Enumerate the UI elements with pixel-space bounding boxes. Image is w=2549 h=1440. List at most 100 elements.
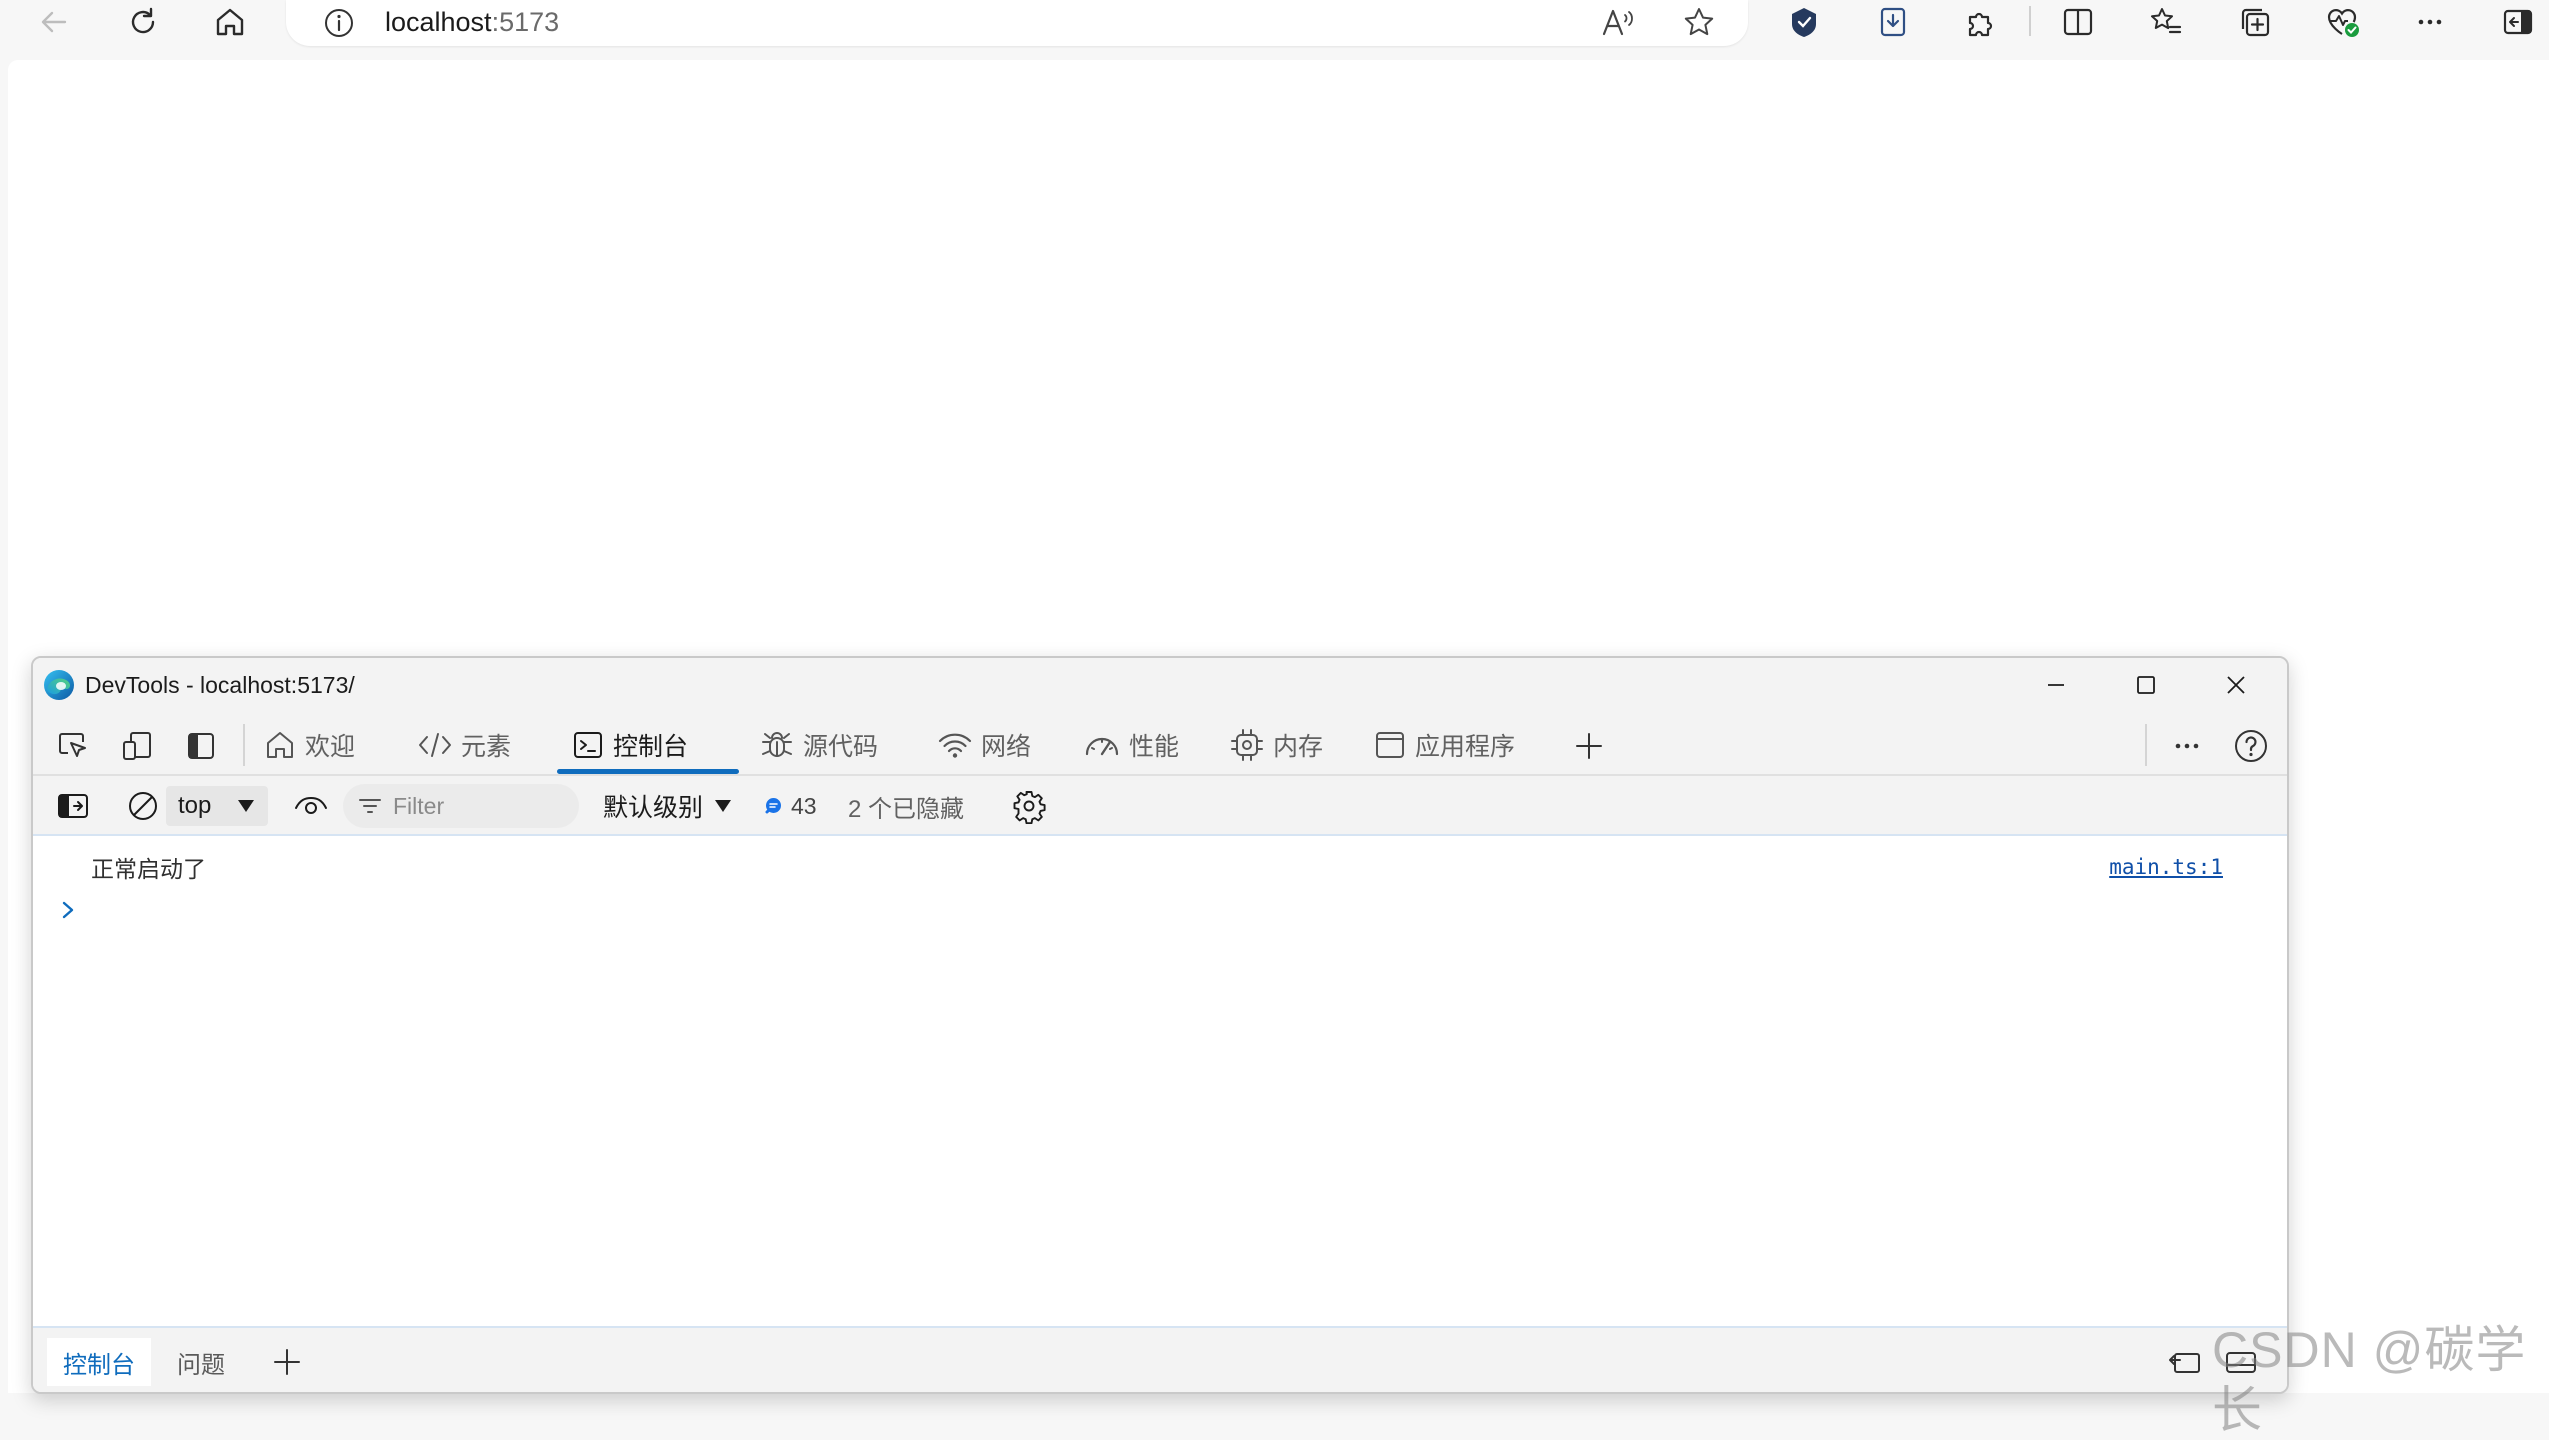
home-icon [267,732,293,758]
address-bar[interactable]: localhost:5173 [286,0,1748,46]
split-screen-icon [2063,8,2093,36]
tab-console[interactable]: 控制台 [565,714,694,776]
split-screen-button[interactable] [2047,0,2109,44]
more-horizontal-icon [2175,743,2199,749]
tab-network[interactable]: 网络 [931,714,1037,776]
log-source-link[interactable]: main.ts:1 [2109,855,2223,879]
gauge-icon [1085,737,1119,756]
inspect-element-button[interactable] [45,722,101,770]
extensions-button[interactable] [1950,0,2012,44]
javascript-context-select[interactable]: top [166,786,268,826]
more-options-button[interactable] [2399,0,2461,44]
dock-side-button[interactable] [173,722,229,770]
tab-application[interactable]: 应用程序 [1367,714,1521,776]
help-button[interactable] [2223,722,2279,770]
sidebar-panel-icon [2503,9,2533,35]
info-icon[interactable] [322,6,356,40]
refresh-button[interactable] [114,0,172,44]
message-count-badge[interactable]: 43 [763,786,817,826]
tabbar-divider [243,724,245,766]
sidebar-toggle-button[interactable] [2487,0,2549,44]
sidebar-toggle-icon [58,794,88,818]
drawer-add-tab-button[interactable] [263,1340,311,1384]
console-log-message: 正常启动了 [91,857,206,883]
home-icon [216,8,244,36]
log-level-value: 默认级别 [603,794,704,822]
tab-performance[interactable]: 性能 [1077,714,1185,776]
drawer-tab-issues[interactable]: 问题 [161,1338,241,1386]
add-tab-button[interactable] [1561,722,1617,770]
caret-down-icon [715,800,732,812]
shield-extension-icon [1792,8,1816,37]
edge-logo-icon [44,670,74,700]
extension-shield-button[interactable] [1773,0,1835,44]
arrow-left-icon [41,11,67,33]
move-to-top-button[interactable] [2161,1340,2209,1384]
favorite-star-button[interactable] [1671,0,1727,44]
read-aloud-icon [1602,9,1633,36]
devtools-window: DevTools - localhost:5173/ 欢迎 元素 控制台 源代码… [31,656,2289,1394]
clear-icon [129,792,157,820]
maximize-icon [2137,676,2155,694]
tab-label: 性能 [1129,733,1180,761]
collections-icon [2241,8,2270,37]
dock-to-top-icon [2169,1353,2200,1373]
extension-download-button[interactable] [1862,0,1924,44]
maximize-button[interactable] [2101,658,2191,712]
console-output[interactable]: 正常启动了 main.ts:1 [33,836,2287,1326]
back-button[interactable] [25,0,83,44]
console-icon [574,732,602,758]
more-horizontal-icon [2418,19,2442,25]
tab-sources[interactable]: 源代码 [753,714,884,776]
browser-essentials-button[interactable] [2312,0,2374,44]
tab-memory[interactable]: 内存 [1223,714,1329,776]
close-window-button[interactable] [2191,658,2281,712]
close-icon [2227,676,2245,694]
devtools-drawer: 控制台 问题 [33,1326,2287,1392]
minimize-button[interactable] [2011,658,2101,712]
collections-button[interactable] [2224,0,2286,44]
message-bubble-icon [765,798,781,814]
eye-icon [295,796,327,814]
url-host: localhost [385,7,492,37]
home-button[interactable] [201,0,259,44]
refresh-icon [131,7,155,34]
minimize-icon [2048,684,2064,686]
context-value: top [178,792,212,819]
message-count: 43 [791,792,817,819]
bug-icon [762,732,792,757]
console-settings-button[interactable] [1003,782,1055,830]
live-expression-button[interactable] [285,782,337,830]
app-window-icon [1376,732,1404,758]
read-aloud-button[interactable] [1590,0,1646,44]
wifi-icon [938,733,972,758]
chevron-right-icon [62,901,74,919]
drawer-tab-console[interactable]: 控制台 [47,1338,151,1386]
dock-panel-icon [188,733,214,759]
console-filter-field[interactable] [343,784,579,828]
console-prompt[interactable] [55,896,81,924]
tab-label: 源代码 [803,733,879,761]
device-emulation-button[interactable] [109,722,165,770]
download-page-icon [1880,7,1906,37]
filter-icon [359,799,381,813]
log-level-select[interactable]: 默认级别 [603,786,733,826]
browser-toolbar: localhost:5173 [0,0,2549,58]
heart-pulse-icon [2327,9,2359,37]
filter-input[interactable] [393,792,543,820]
code-icon [419,733,451,757]
tab-welcome[interactable]: 欢迎 [257,714,361,776]
customize-devtools-button[interactable] [2159,722,2215,770]
tab-label: 控制台 [613,733,689,761]
show-console-sidebar-button[interactable] [47,782,99,830]
help-icon [2235,730,2267,762]
favorites-button[interactable] [2135,0,2197,44]
device-toolbar-icon [123,732,151,760]
caret-down-icon [238,800,254,812]
csdn-watermark: CSDN @碳学长 [2212,1322,2527,1438]
devtools-titlebar[interactable]: DevTools - localhost:5173/ [33,658,2287,714]
clear-console-button[interactable] [117,782,169,830]
tab-elements[interactable]: 元素 [411,714,517,776]
url-text[interactable]: localhost:5173 [385,4,559,40]
puzzle-icon [1968,12,1993,37]
